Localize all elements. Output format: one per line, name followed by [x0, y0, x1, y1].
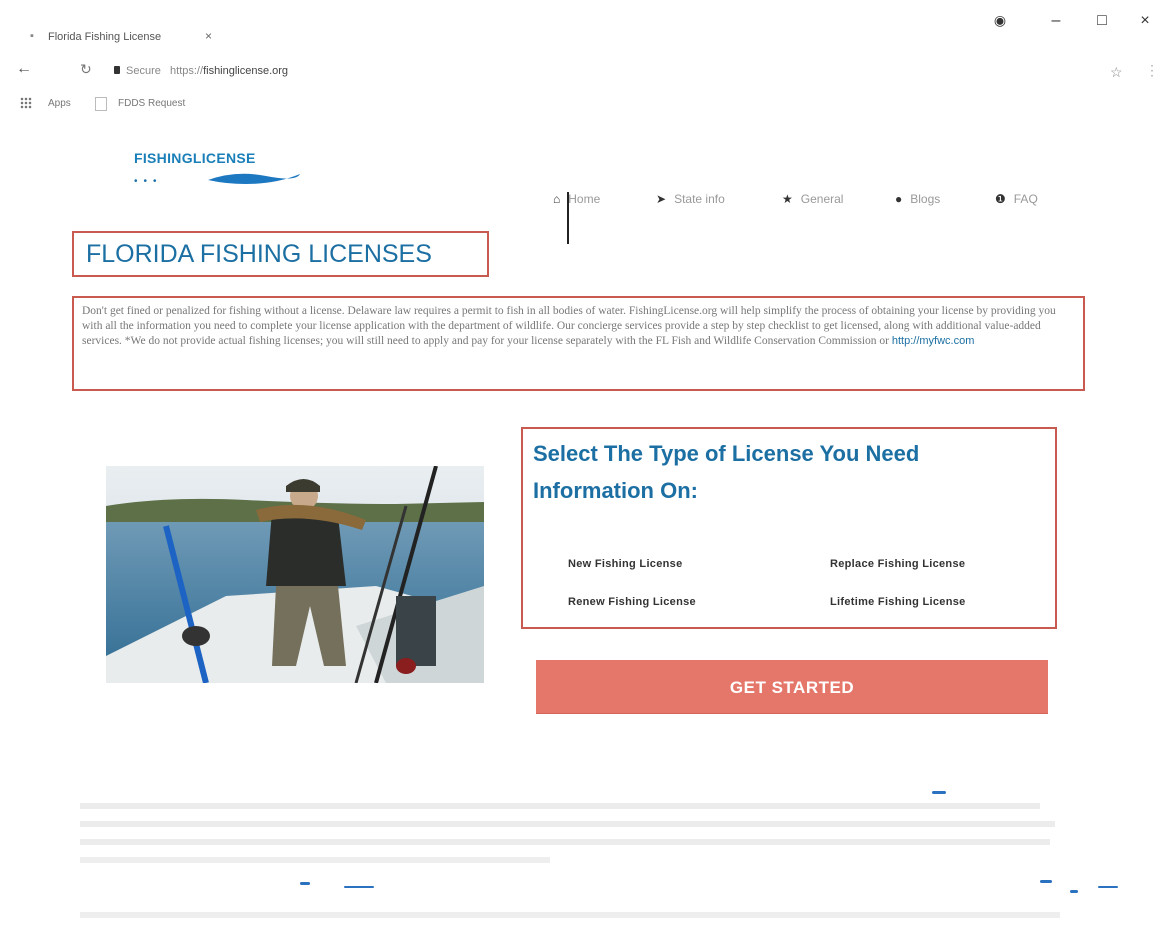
- more-menu-icon[interactable]: ⋮: [1145, 62, 1159, 79]
- faded-text-line: [80, 833, 1060, 845]
- decorative-fleck: [1070, 890, 1078, 893]
- myfwc-link[interactable]: http://myfwc.com: [892, 335, 975, 347]
- bookmark-apps[interactable]: Apps: [48, 98, 71, 109]
- logo-text: FISHINGLICENSE: [134, 150, 256, 166]
- account-icon[interactable]: ◉: [988, 12, 1012, 29]
- page-title: FLORIDA FISHING LICENSES: [72, 231, 489, 277]
- nav-faq[interactable]: ❶ FAQ: [995, 192, 1038, 206]
- decorative-fleck: [300, 882, 310, 885]
- bookmark-star-icon[interactable]: ☆: [1110, 64, 1123, 81]
- site-logo[interactable]: FISHINGLICENSE •••: [134, 150, 300, 187]
- page-icon: [95, 97, 107, 111]
- url-secure-label: Secure: [126, 65, 161, 77]
- option-replace-fishing-license[interactable]: Replace Fishing License: [830, 558, 965, 570]
- angler-photo: [106, 466, 484, 683]
- license-type-selector: Select The Type of License You Need Info…: [521, 427, 1057, 629]
- url-host: fishinglicense.org: [203, 65, 289, 77]
- option-new-fishing-license[interactable]: New Fishing License: [568, 558, 683, 570]
- tab-close-icon[interactable]: ×: [205, 29, 212, 43]
- nav-blogs-label: Blogs: [910, 192, 941, 206]
- decorative-fleck: [1098, 886, 1118, 888]
- maximize-icon[interactable]: □: [1090, 12, 1114, 30]
- option-renew-fishing-license[interactable]: Renew Fishing License: [568, 596, 696, 608]
- apps-grid-icon[interactable]: [20, 97, 32, 109]
- nav-faq-label: FAQ: [1013, 192, 1038, 206]
- nav-general-label: General: [800, 192, 844, 206]
- window-close-icon[interactable]: ×: [1133, 12, 1157, 30]
- license-selector-heading: Select The Type of License You Need Info…: [533, 441, 920, 503]
- get-started-button[interactable]: GET STARTED: [536, 660, 1048, 713]
- decorative-fleck: [1040, 880, 1052, 883]
- nav-home-label: Home: [568, 192, 601, 206]
- browser-tab-bar: ▪ Florida Fishing License × ◉ – □ ×: [0, 0, 1164, 60]
- bookmark-fdds-request[interactable]: FDDS Request: [118, 98, 185, 109]
- nav-general[interactable]: ★ General: [782, 192, 843, 206]
- logo-fish-icon: •••: [134, 176, 163, 187]
- home-icon: ⌂: [553, 192, 561, 206]
- faded-text-line: [80, 851, 1060, 863]
- comment-icon: ●: [895, 192, 903, 206]
- decorative-fleck: [344, 886, 374, 888]
- angler-photo-image: [106, 466, 484, 683]
- star-icon: ★: [782, 192, 793, 206]
- logo-wave-icon: [208, 173, 300, 184]
- reload-icon[interactable]: ↻: [80, 61, 92, 78]
- nav-state-info-label: State info: [674, 192, 725, 206]
- info-icon: ❶: [995, 192, 1006, 206]
- option-lifetime-fishing-license[interactable]: Lifetime Fishing License: [830, 596, 966, 608]
- minimize-icon[interactable]: –: [1044, 12, 1068, 30]
- back-arrow-icon[interactable]: ←: [16, 60, 32, 78]
- faded-text-line: [80, 906, 1060, 918]
- text-cursor: [567, 192, 569, 244]
- tab-favicon: ▪: [30, 30, 34, 42]
- browser-tab-title[interactable]: Florida Fishing License: [48, 31, 161, 43]
- url-field[interactable]: Secure https://fishinglicense.org: [126, 65, 288, 77]
- lock-icon: [114, 66, 120, 74]
- nav-home[interactable]: ⌂ Home: [553, 192, 600, 206]
- decorative-fleck: [932, 791, 946, 794]
- intro-paragraph: Don't get fined or penalized for fishing…: [72, 296, 1085, 391]
- faded-text-line: [80, 797, 1060, 809]
- url-scheme: https://: [170, 65, 204, 77]
- nav-state-info[interactable]: ➤ State info: [656, 192, 725, 206]
- nav-blogs[interactable]: ● Blogs: [895, 192, 940, 206]
- faded-text-line: [80, 815, 1060, 827]
- location-arrow-icon: ➤: [656, 192, 667, 206]
